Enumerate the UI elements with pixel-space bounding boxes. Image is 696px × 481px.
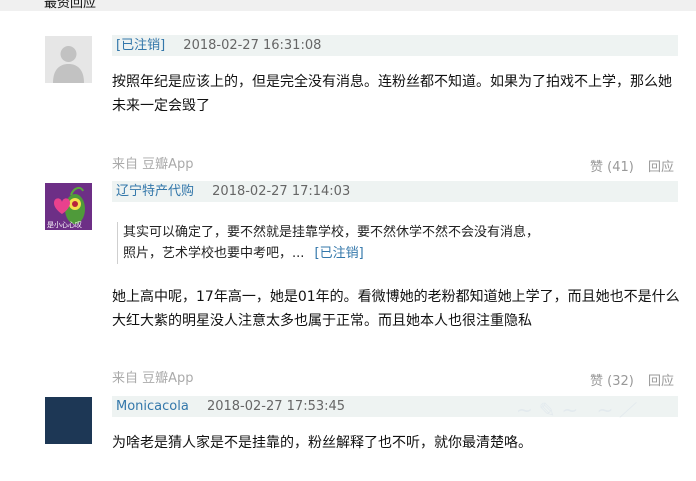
comment-username[interactable]: Monicacola xyxy=(116,399,189,414)
comment-time: 2018-02-27 17:53:45 xyxy=(206,399,346,414)
comment-text: 为啥老是猜人家是不是挂靠的，粉丝解释了也不听，就你最清楚咯。 xyxy=(112,435,532,451)
comment-meta: 辽宁特产代购 2018-02-27 17:14:03 xyxy=(112,181,678,202)
comment-username[interactable]: 辽宁特产代购 xyxy=(116,184,194,199)
user-silhouette-icon xyxy=(53,46,84,83)
comment-actions: 赞 (41) 回应 xyxy=(580,156,674,175)
comment-text: 她上高中呢，17年高一，她是01年的。看微博她的老粉都知道她上学了，而且她也不是… xyxy=(112,289,680,329)
avatar-plankton[interactable]: 是小心心叹 xyxy=(45,183,92,230)
like-button[interactable]: 赞 (32) xyxy=(590,374,634,389)
comment-text: 按照年纪是应该上的，但是完全没有消息。连粉丝都不知道。如果为了拍戏不上学，那么她… xyxy=(112,74,672,114)
comment-source: 来自 豆瓣App xyxy=(112,157,194,172)
watermark-image: ~✎~ ~⟋ xyxy=(516,398,640,422)
comment-meta: [已注销] 2018-02-27 16:31:08 xyxy=(112,35,678,56)
comment-source: 来自 豆瓣App xyxy=(112,371,194,386)
avatar-dark[interactable] xyxy=(45,397,92,444)
quoted-reply: 其实可以确定了，要不然就是挂靠学校，要不然休学不然不会没有消息，照片，艺术学校也… xyxy=(117,222,543,264)
comment-username[interactable]: [已注销] xyxy=(116,38,165,53)
like-button[interactable]: 赞 (41) xyxy=(590,160,634,175)
section-title: 最资回应 xyxy=(44,0,97,11)
avatar-default[interactable] xyxy=(45,36,92,83)
comment-time: 2018-02-27 17:14:03 xyxy=(212,184,351,199)
reply-button[interactable]: 回应 xyxy=(648,374,674,389)
quote-author-link[interactable]: [已注销] xyxy=(315,246,364,261)
reply-button[interactable]: 回应 xyxy=(648,160,674,175)
comment-actions: 赞 (32) 回应 xyxy=(580,370,674,389)
comment-time: 2018-02-27 16:31:08 xyxy=(183,38,322,53)
section-header: 最资回应 xyxy=(0,0,696,11)
avatar-caption: 是小心心叹 xyxy=(47,221,82,229)
